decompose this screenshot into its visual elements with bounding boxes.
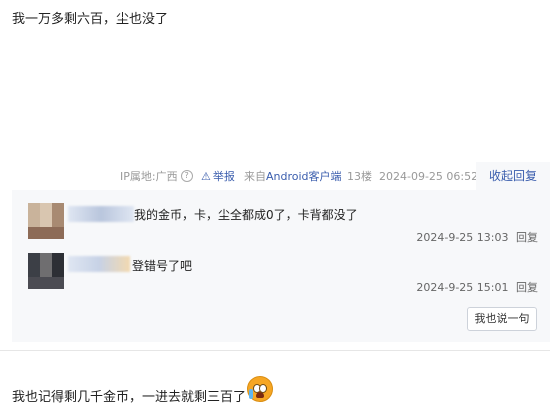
say-something-button[interactable]: 我也说一句 [467,307,537,331]
reply-button[interactable]: 回复 [516,281,538,294]
from-prefix: 来自 [244,170,266,183]
reply-box: 我的金币，卡，尘全都成0了，卡背都没了 2024-9-25 13:03 回复 登… [12,190,550,342]
report-label: 举报 [212,170,235,183]
ip-label: IP属地:广西 [120,170,178,183]
post-text: 我一万多剩六百，尘也没了 [12,12,169,27]
reply-meta: 2024-9-25 15:01 回复 [416,279,538,295]
post-time: 2024-09-25 06:52 [379,169,479,183]
help-icon[interactable]: ? [180,170,193,182]
avatar[interactable] [28,203,64,239]
collapse-replies-button[interactable]: 收起回复 [476,162,550,190]
divider [0,350,550,351]
post-meta-row: IP属地:广西 ? ⚠ 举报 来自Android客户端 13楼 2024-09-… [0,162,550,190]
avatar[interactable] [28,253,64,289]
post-text: 我也记得剩几千金币，一进去就剩三百了 [12,376,274,408]
reply-text: 我的金币，卡，尘全都成0了，卡背都没了 [134,208,358,222]
reply-time: 2024-9-25 15:01 [416,281,509,294]
floor-number: 13楼 [347,170,372,183]
client-source: 来自Android客户端 [244,168,342,184]
username-blurred[interactable] [68,256,130,272]
reply-time: 2024-9-25 13:03 [416,231,509,244]
client-link[interactable]: Android客户端 [266,170,342,183]
warning-icon: ⚠ [201,169,211,183]
reply-meta: 2024-9-25 13:03 回复 [416,229,538,245]
crying-emoji-icon [247,376,274,402]
report-link[interactable]: ⚠ 举报 [201,168,235,184]
reply-button[interactable]: 回复 [516,231,538,244]
post-body: 我也记得剩几千金币，一进去就剩三百了 [12,389,247,405]
username-blurred[interactable] [68,206,134,222]
reply-text: 登错号了吧 [132,259,193,273]
ip-location: IP属地:广西 ? [120,168,193,184]
